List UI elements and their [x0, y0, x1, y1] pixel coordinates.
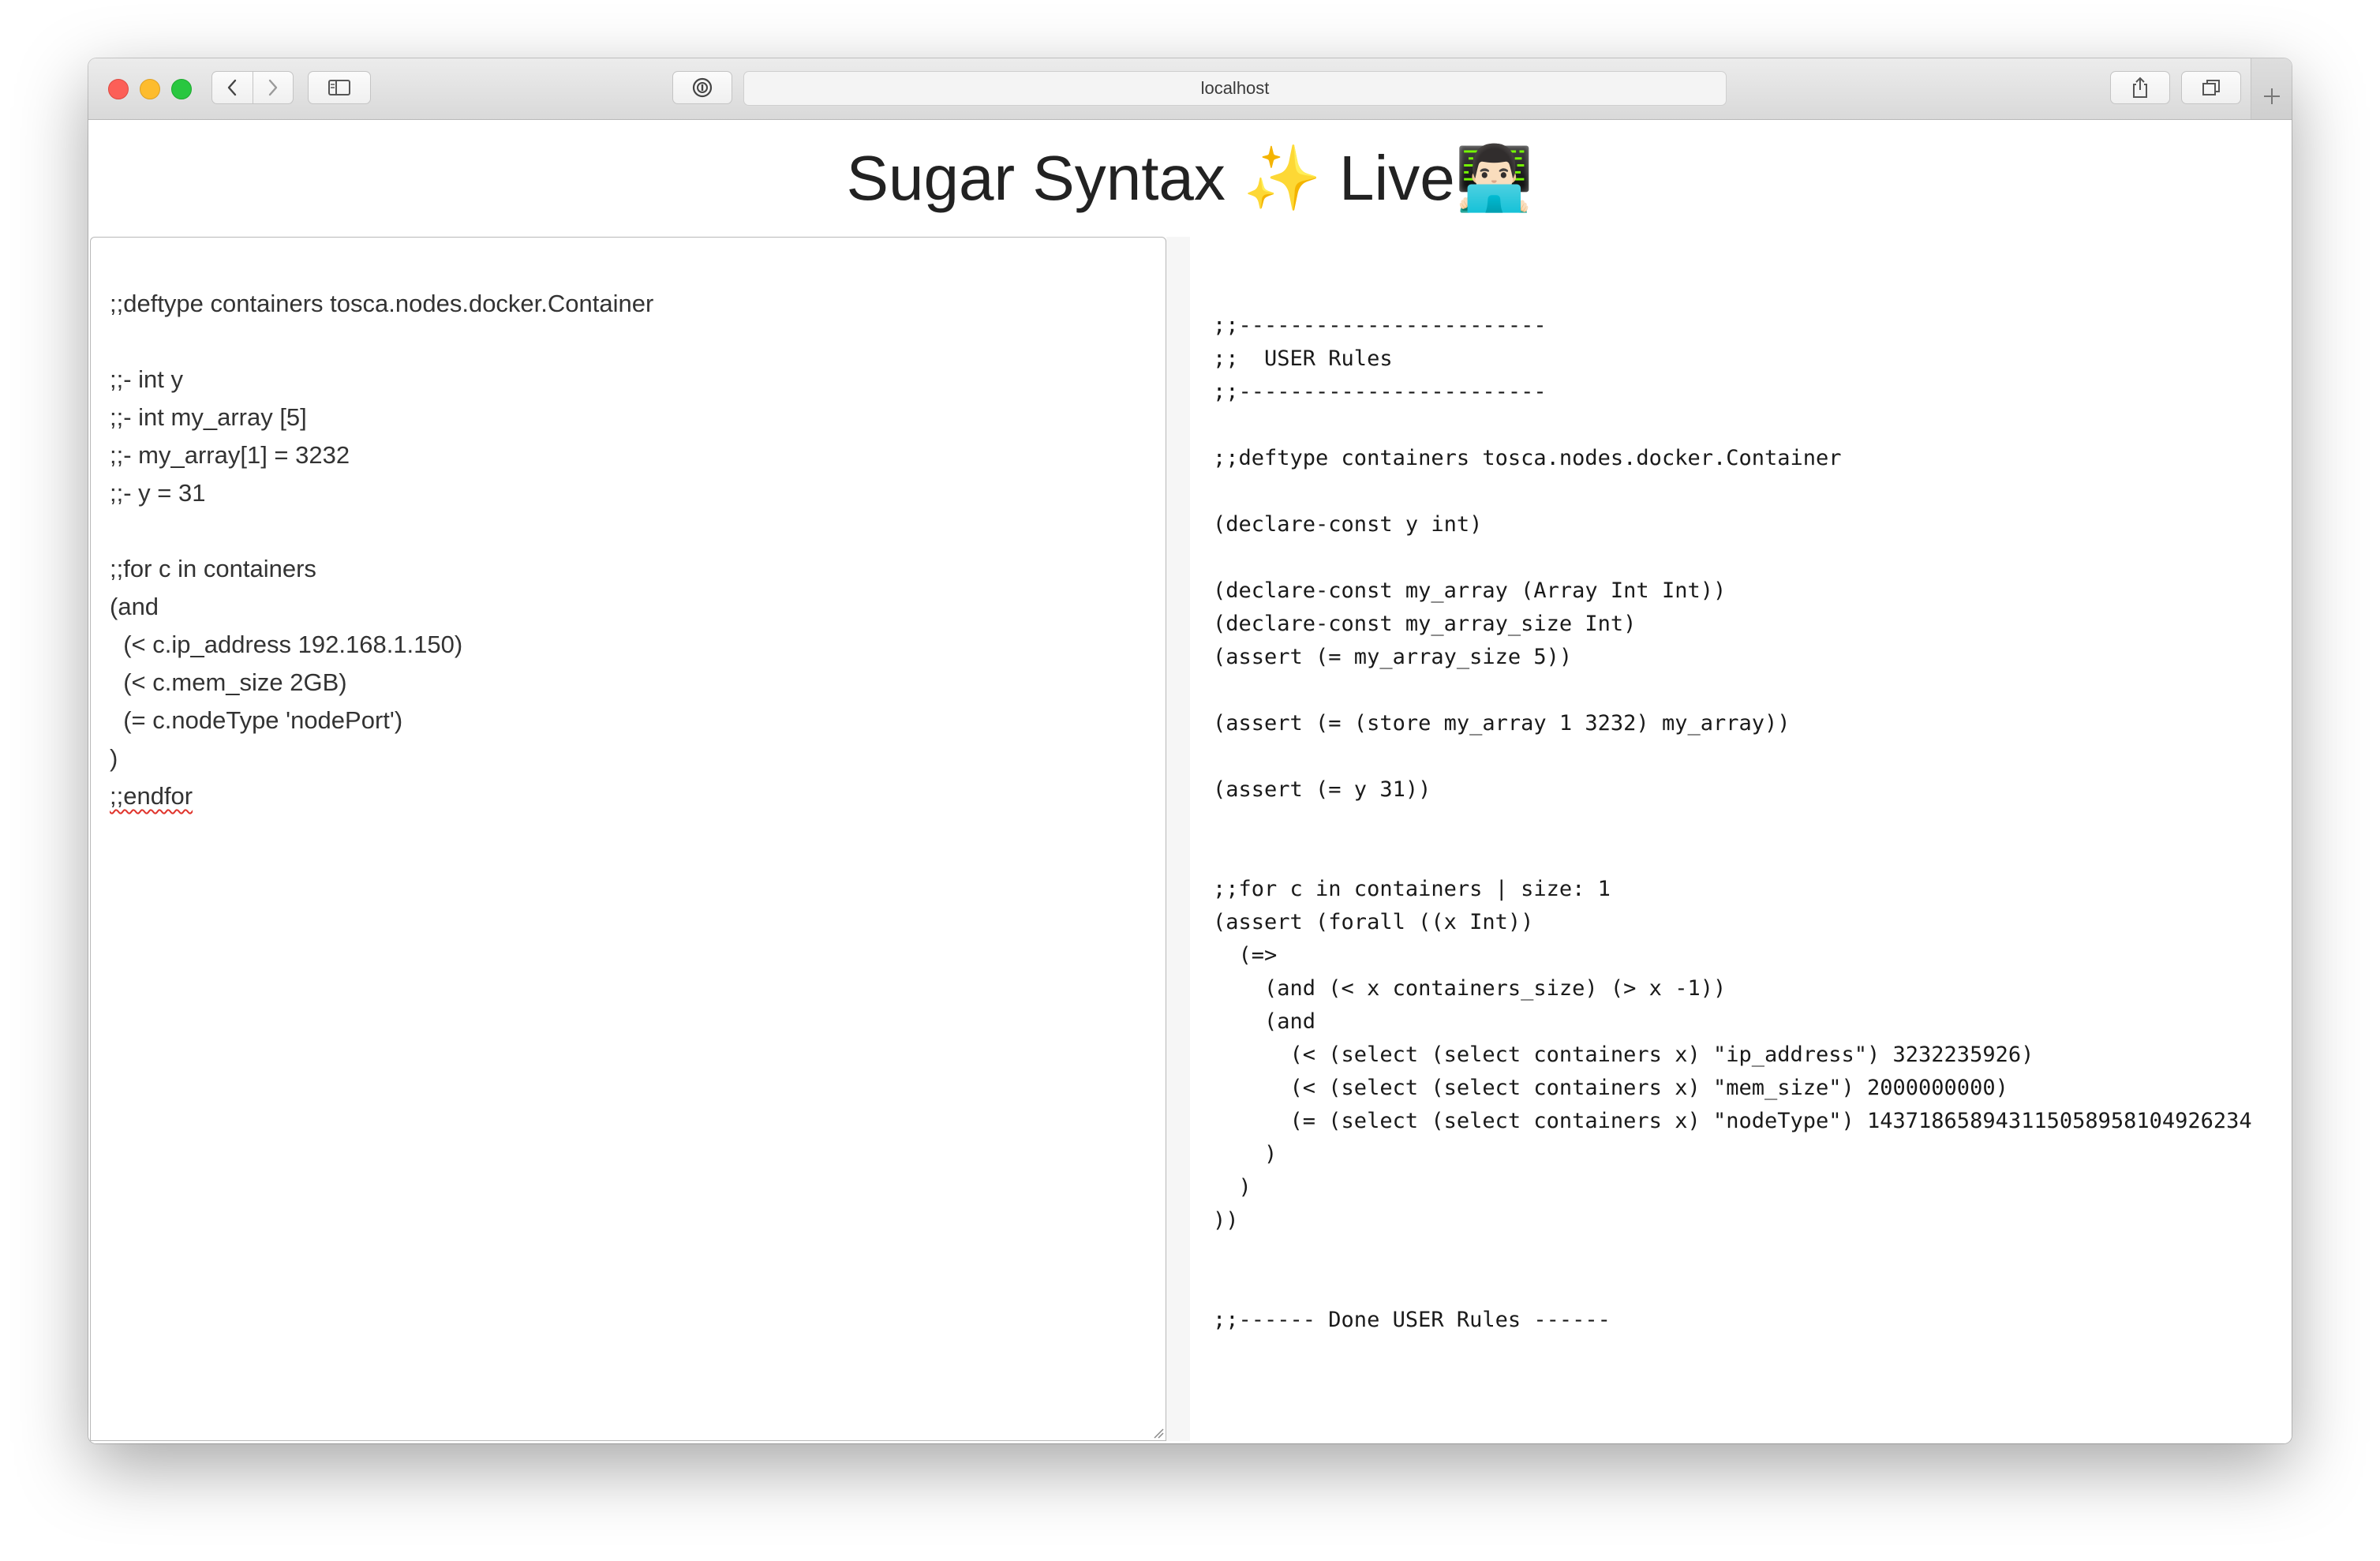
- zoom-window-button[interactable]: [171, 79, 192, 99]
- output-line: (and (< x containers_size) (> x -1)): [1213, 976, 1727, 1001]
- output-line: ): [1213, 1175, 1252, 1200]
- output-line: (assert (= (store my_array 1 3232) my_ar…: [1213, 711, 1791, 736]
- share-icon: [2133, 77, 2147, 98]
- chevron-left-icon: [228, 79, 237, 96]
- browser-window: localhost Sugar Syntax ✨ Live👨🏻‍💻 ;;deft…: [88, 58, 2292, 1443]
- output-line: ;;------------------------: [1213, 380, 1547, 404]
- close-window-button[interactable]: [108, 79, 129, 99]
- minimize-window-button[interactable]: [140, 79, 160, 99]
- output-line: (declare-const my_array (Array Int Int)): [1213, 578, 1727, 603]
- output-line: ;;------------------------: [1213, 313, 1547, 338]
- output-line: (assert (= y 31)): [1213, 777, 1431, 802]
- chevron-right-icon: [268, 79, 277, 96]
- output-line: ;;------ Done USER Rules ------: [1213, 1308, 1611, 1332]
- editor-line: ;;- y = 31: [110, 479, 206, 507]
- editor-line: (and: [110, 593, 159, 620]
- syntax-editor-textarea[interactable]: ;;deftype containers tosca.nodes.docker.…: [90, 237, 1166, 1441]
- editor-line: ;;endfor: [110, 777, 1166, 815]
- output-line: (and: [1213, 1009, 1316, 1034]
- address-bar[interactable]: localhost: [743, 71, 1727, 106]
- forward-button[interactable]: [252, 72, 294, 103]
- output-line: ;; USER Rules: [1213, 346, 1393, 371]
- editor-line: ;;- int y: [110, 365, 184, 393]
- output-line: (< (select (select containers x) "mem_si…: [1213, 1076, 2008, 1100]
- generated-output-panel: ;;------------------------ ;; USER Rules;…: [1213, 309, 2292, 1337]
- navigation-buttons: [211, 71, 294, 104]
- output-line: ): [1213, 1142, 1278, 1166]
- tabs-overview-button[interactable]: [2181, 71, 2241, 104]
- plus-icon: [2263, 88, 2280, 104]
- spellcheck-flagged-word: ;;endfor: [110, 782, 193, 810]
- output-line: (assert (= my_array_size 5)): [1213, 645, 1573, 669]
- sidebar-button[interactable]: [308, 71, 371, 104]
- output-line: (< (select (select containers x) "ip_add…: [1213, 1043, 2034, 1067]
- back-button[interactable]: [212, 72, 253, 103]
- panel-divider: [1166, 237, 1190, 1441]
- editor-line: (= c.nodeType 'nodePort'): [110, 706, 403, 734]
- editor-line: ;;- int my_array [5]: [110, 403, 307, 431]
- output-line: (=>: [1213, 943, 1278, 968]
- share-button[interactable]: [2110, 71, 2170, 104]
- tabs-icon: [2202, 80, 2220, 95]
- password-manager-button[interactable]: [672, 71, 732, 104]
- url-text: localhost: [1200, 78, 1270, 98]
- editor-line: (< c.ip_address 192.168.1.150): [110, 631, 463, 658]
- page-title: Sugar Syntax ✨ Live👨🏻‍💻: [846, 143, 1534, 213]
- output-line: (= (select (select containers x) "nodeTy…: [1213, 1109, 2252, 1133]
- output-line: ;;for c in containers | size: 1: [1213, 877, 1611, 901]
- output-line: (assert (forall ((x Int)): [1213, 910, 1534, 934]
- output-line: ;;deftype containers tosca.nodes.docker.…: [1213, 446, 1842, 470]
- new-tab-button[interactable]: [2251, 58, 2292, 119]
- editor-line: ;;deftype containers tosca.nodes.docker.…: [110, 290, 654, 317]
- output-line: (declare-const my_array_size Int): [1213, 612, 1637, 636]
- editor-line: (< c.mem_size 2GB): [110, 668, 347, 696]
- output-line: (declare-const y int): [1213, 512, 1483, 537]
- browser-toolbar: localhost: [88, 58, 2292, 120]
- editor-line: ): [110, 744, 118, 772]
- output-line: )): [1213, 1208, 1239, 1233]
- resize-handle-icon[interactable]: [1153, 1428, 1164, 1439]
- editor-line: ;;- my_array[1] = 3232: [110, 441, 350, 469]
- sidebar-icon: [328, 80, 350, 95]
- page-content: Sugar Syntax ✨ Live👨🏻‍💻 ;;deftype contai…: [88, 120, 2292, 1443]
- password-manager-icon: [692, 77, 713, 98]
- editor-line: ;;for c in containers: [110, 555, 316, 582]
